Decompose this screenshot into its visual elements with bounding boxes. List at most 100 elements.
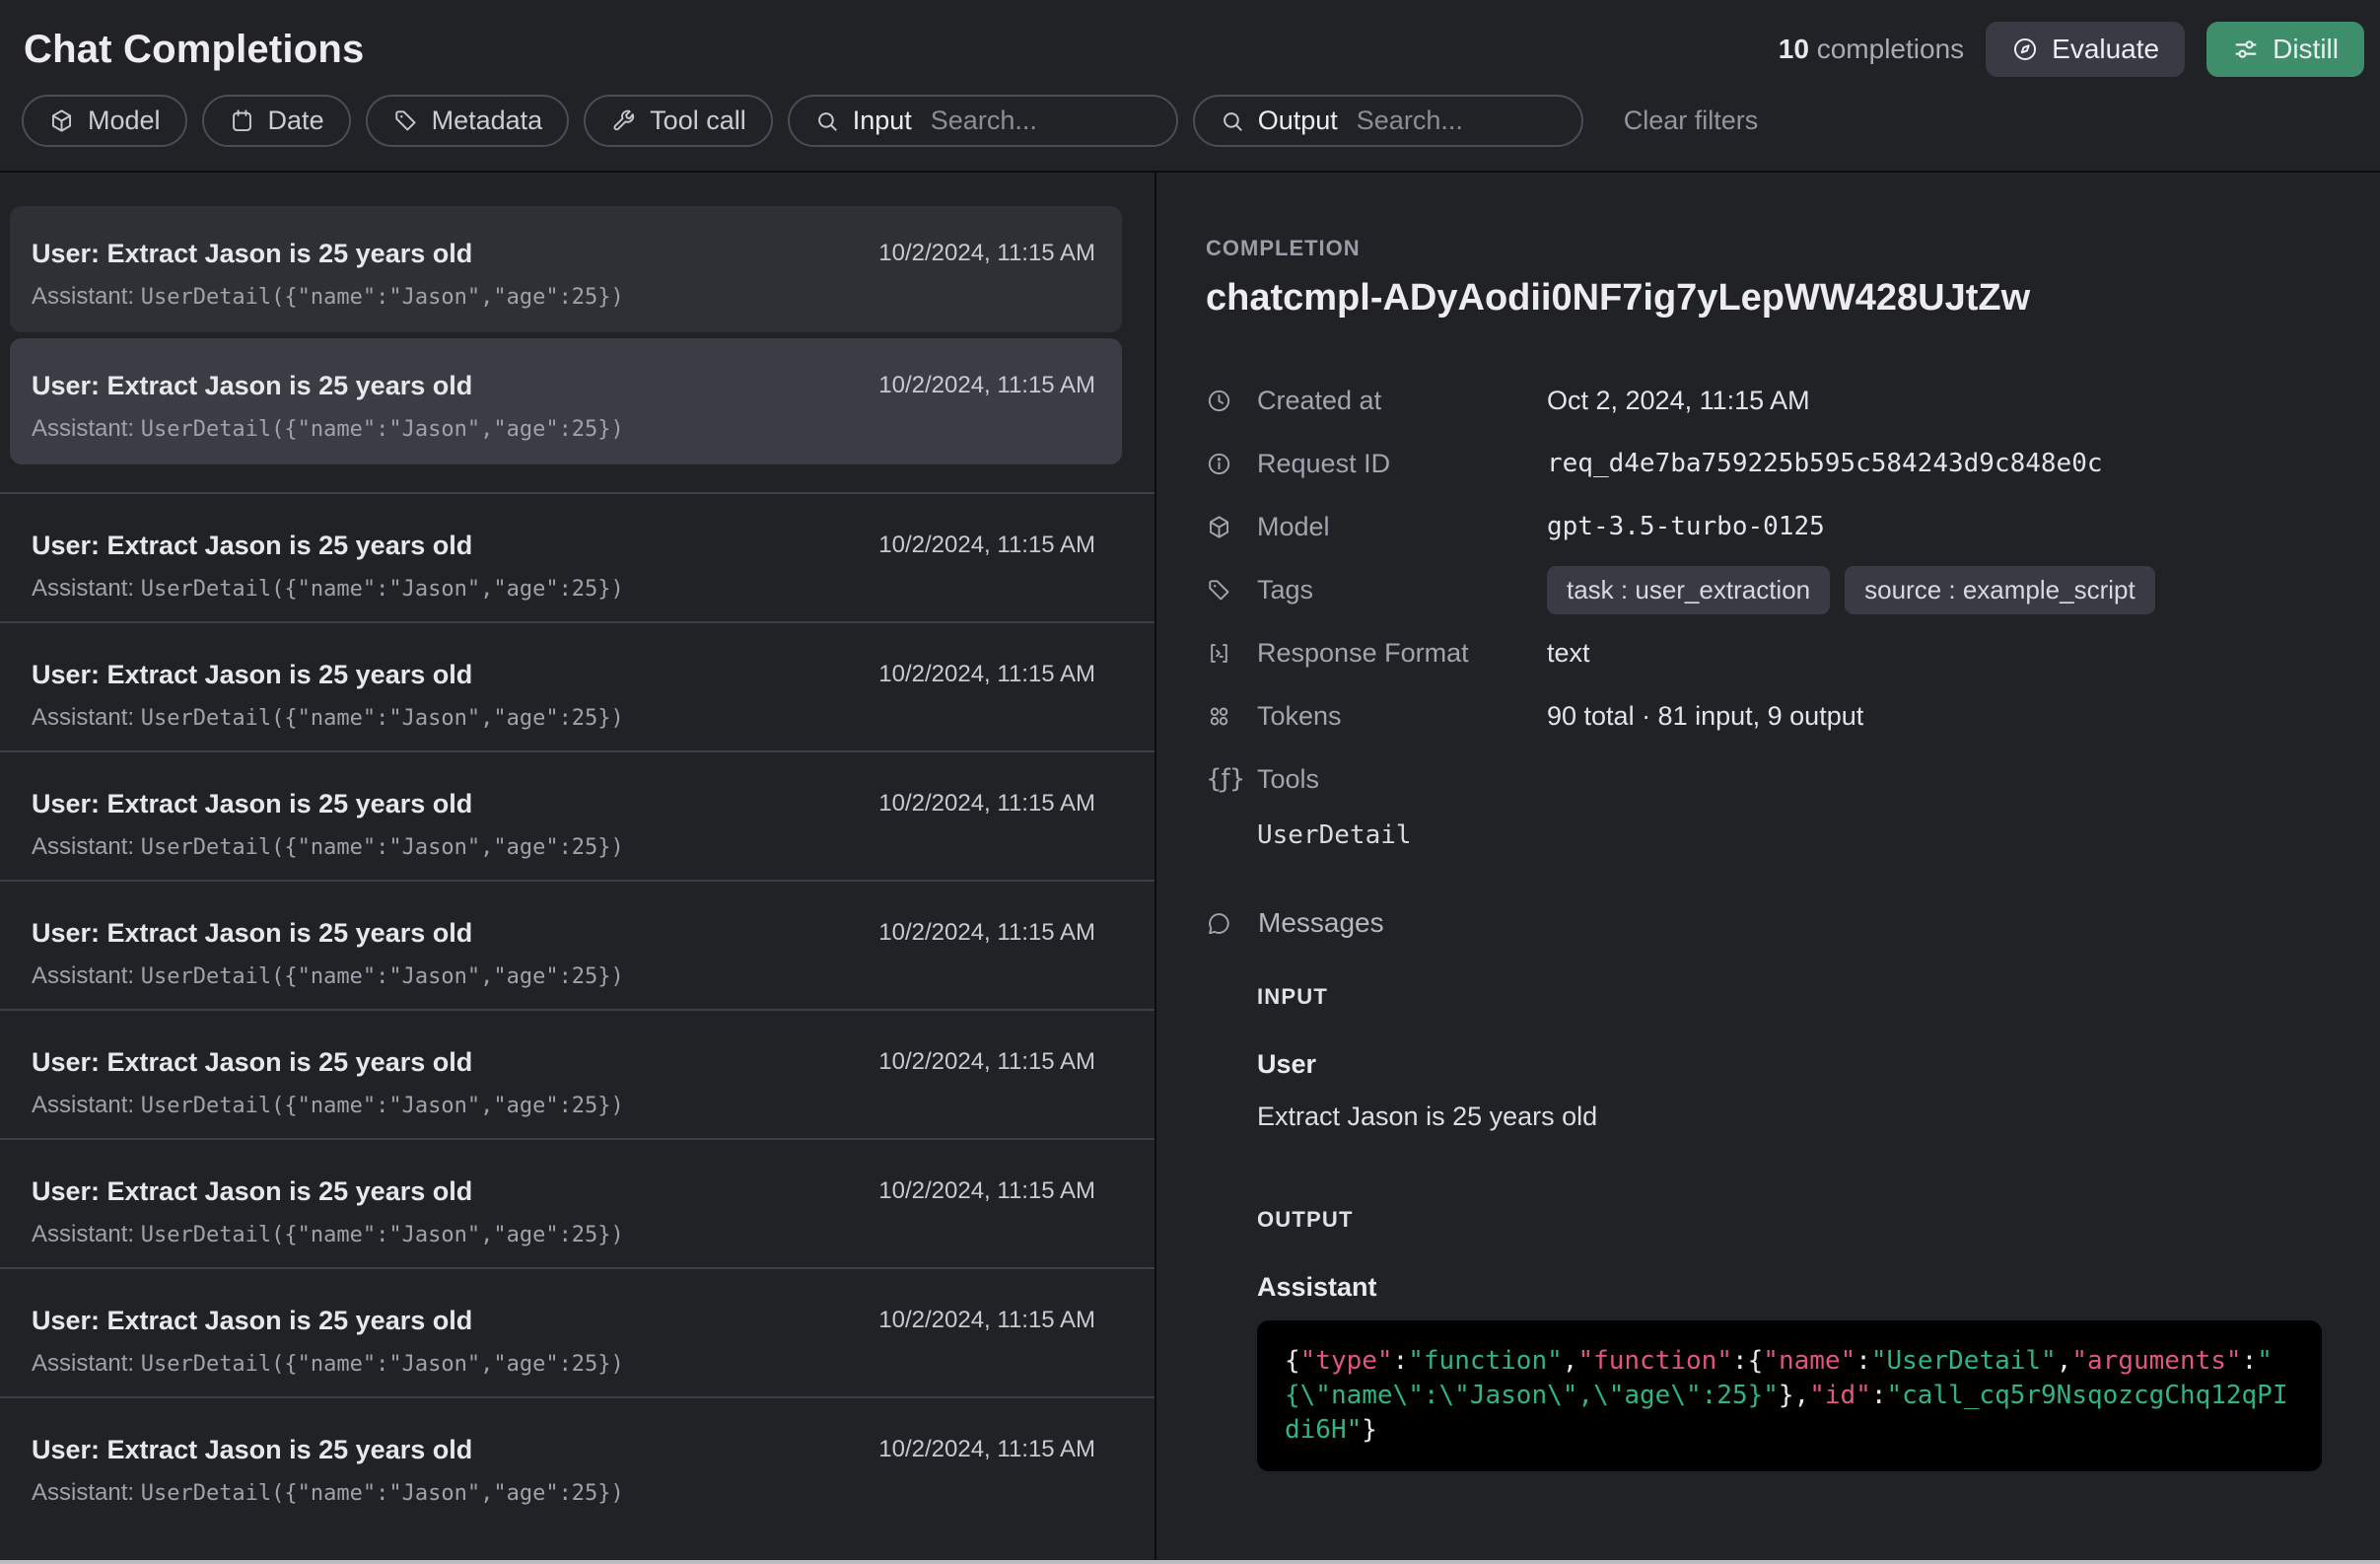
sliders-icon [2232,36,2260,63]
model-filter-button[interactable]: Model [22,95,187,147]
list-item-assistant-text: Assistant: UserDetail({"name":"Jason","a… [32,1091,624,1121]
distill-button-label: Distill [2273,34,2339,65]
list-item-assistant-text: Assistant: UserDetail({"name":"Jason","a… [32,414,624,445]
clear-filters-button[interactable]: Clear filters [1624,106,1759,136]
completion-id: chatcmpl-ADyAodii0NF7ig7yLepWW428UJtZw [1206,277,2341,320]
date-filter-label: Date [268,106,324,136]
output-role-label: Assistant [1257,1272,2341,1303]
filter-bar: Model Date Metadata Tool call Input Sear… [0,83,2380,171]
tag-icon [1206,577,1257,604]
tag-icon [392,107,419,134]
list-item-timestamp: 10/2/2024, 11:15 AM [878,917,1095,949]
evaluate-button[interactable]: Evaluate [1986,22,2185,77]
completions-count: 10 completions [1779,34,1964,65]
list-item-timestamp: 10/2/2024, 11:15 AM [878,238,1095,269]
search-icon [1220,108,1245,134]
list-item-user-text: User: Extract Jason is 25 years old [32,370,624,401]
list-item-user-text: User: Extract Jason is 25 years old [32,530,624,561]
list-item-assistant-text: Assistant: UserDetail({"name":"Jason","a… [32,1349,624,1380]
list-item-user-text: User: Extract Jason is 25 years old [32,1175,624,1207]
tokens-icon [1206,703,1257,730]
list-item-assistant-text: Assistant: UserDetail({"name":"Jason","a… [32,703,624,734]
input-search-label: Input [853,106,912,136]
input-search-field[interactable]: Input Search... [788,95,1178,147]
completions-list: User: Extract Jason is 25 years old Assi… [0,173,1156,1561]
list-item-timestamp: 10/2/2024, 11:15 AM [878,1175,1095,1207]
window-bottom-edge [0,1560,2380,1564]
list-item[interactable]: User: Extract Jason is 25 years old Assi… [0,1009,1155,1138]
completion-details: Created at Oct 2, 2024, 11:15 AM Request… [1206,369,2341,811]
list-item-user-text: User: Extract Jason is 25 years old [32,917,624,949]
list-item-timestamp: 10/2/2024, 11:15 AM [878,1434,1095,1465]
clock-icon [1206,388,1257,414]
page-title: Chat Completions [24,28,364,72]
list-item[interactable]: User: Extract Jason is 25 years old Assi… [0,1396,1155,1526]
list-item[interactable]: User: Extract Jason is 25 years old Assi… [0,1138,1155,1267]
messages-section-label: Messages [1258,907,1384,939]
list-item-assistant-text: Assistant: UserDetail({"name":"Jason","a… [32,1220,624,1250]
tag-chip: source : example_script [1845,566,2155,614]
list-item[interactable]: User: Extract Jason is 25 years old Assi… [10,206,1122,332]
list-item-assistant-text: Assistant: UserDetail({"name":"Jason","a… [32,1478,624,1509]
distill-button[interactable]: Distill [2206,22,2364,77]
list-item[interactable]: User: Extract Jason is 25 years old Assi… [0,1267,1155,1396]
list-item-user-text: User: Extract Jason is 25 years old [32,788,624,819]
input-search-placeholder: Search... [931,106,1037,136]
tool-call-filter-label: Tool call [650,106,746,136]
tool-name-value: UserDetail [1257,820,2341,850]
detail-row-created-at: Created at Oct 2, 2024, 11:15 AM [1206,369,2341,432]
cube-icon [1206,514,1257,540]
list-item-timestamp: 10/2/2024, 11:15 AM [878,788,1095,819]
list-item[interactable]: User: Extract Jason is 25 years old Assi… [0,750,1155,880]
list-item-user-text: User: Extract Jason is 25 years old [32,659,624,690]
list-item[interactable]: User: Extract Jason is 25 years old Assi… [10,338,1122,464]
list-item-timestamp: 10/2/2024, 11:15 AM [878,1046,1095,1078]
info-icon [1206,451,1257,477]
list-item-assistant-text: Assistant: UserDetail({"name":"Jason","a… [32,574,624,604]
metadata-filter-button[interactable]: Metadata [366,95,570,147]
list-item-timestamp: 10/2/2024, 11:15 AM [878,1305,1095,1336]
output-search-field[interactable]: Output Search... [1193,95,1583,147]
assistant-tool-call-code: {"type":"function","function":{"name":"U… [1257,1320,2322,1471]
list-item[interactable]: User: Extract Jason is 25 years old Assi… [0,880,1155,1009]
output-section-label: OUTPUT [1257,1207,2341,1233]
detail-row-tags: Tags task : user_extraction source : exa… [1206,558,2341,621]
metadata-filter-label: Metadata [432,106,543,136]
search-icon [814,108,840,134]
list-item-timestamp: 10/2/2024, 11:15 AM [878,659,1095,690]
detail-row-tools: {ƒ} Tools [1206,747,2341,811]
output-search-label: Output [1258,106,1338,136]
list-item-user-text: User: Extract Jason is 25 years old [32,1046,624,1078]
detail-row-request-id: Request ID req_d4e7ba759225b595c584243d9… [1206,432,2341,495]
cube-icon [48,107,75,134]
list-item-assistant-text: Assistant: UserDetail({"name":"Jason","a… [32,961,624,992]
wrench-icon [610,107,637,134]
compass-icon [2011,36,2039,63]
list-item-assistant-text: Assistant: UserDetail({"name":"Jason","a… [32,282,624,313]
chat-bubble-icon [1206,910,1232,937]
input-role-label: User [1257,1049,2341,1080]
function-braces-icon: {ƒ} [1206,764,1257,794]
list-item-user-text: User: Extract Jason is 25 years old [32,1434,624,1465]
tool-call-filter-button[interactable]: Tool call [584,95,773,147]
model-filter-label: Model [88,106,161,136]
messages-section-header: Messages [1206,907,2341,939]
list-item-user-text: User: Extract Jason is 25 years old [32,1305,624,1336]
list-item-timestamp: 10/2/2024, 11:15 AM [878,370,1095,401]
output-search-placeholder: Search... [1357,106,1463,136]
evaluate-button-label: Evaluate [2052,34,2159,65]
list-item-assistant-text: Assistant: UserDetail({"name":"Jason","a… [32,832,624,863]
date-filter-button[interactable]: Date [202,95,351,147]
completion-section-label: COMPLETION [1206,236,2341,261]
detail-row-response-format: Response Format text [1206,621,2341,684]
list-item[interactable]: User: Extract Jason is 25 years old Assi… [0,492,1155,621]
detail-row-model: Model gpt-3.5-turbo-0125 [1206,495,2341,558]
top-header: Chat Completions 10 completions Evaluate… [0,0,2380,83]
list-item-timestamp: 10/2/2024, 11:15 AM [878,530,1095,561]
response-format-icon [1206,640,1257,667]
list-item[interactable]: User: Extract Jason is 25 years old Assi… [0,621,1155,750]
detail-row-tokens: Tokens 90 total · 81 input, 9 output [1206,684,2341,747]
input-message-text: Extract Jason is 25 years old [1257,1102,2341,1132]
input-section-label: INPUT [1257,984,2341,1010]
completion-detail-panel: COMPLETION chatcmpl-ADyAodii0NF7ig7yLepW… [1156,173,2380,1561]
